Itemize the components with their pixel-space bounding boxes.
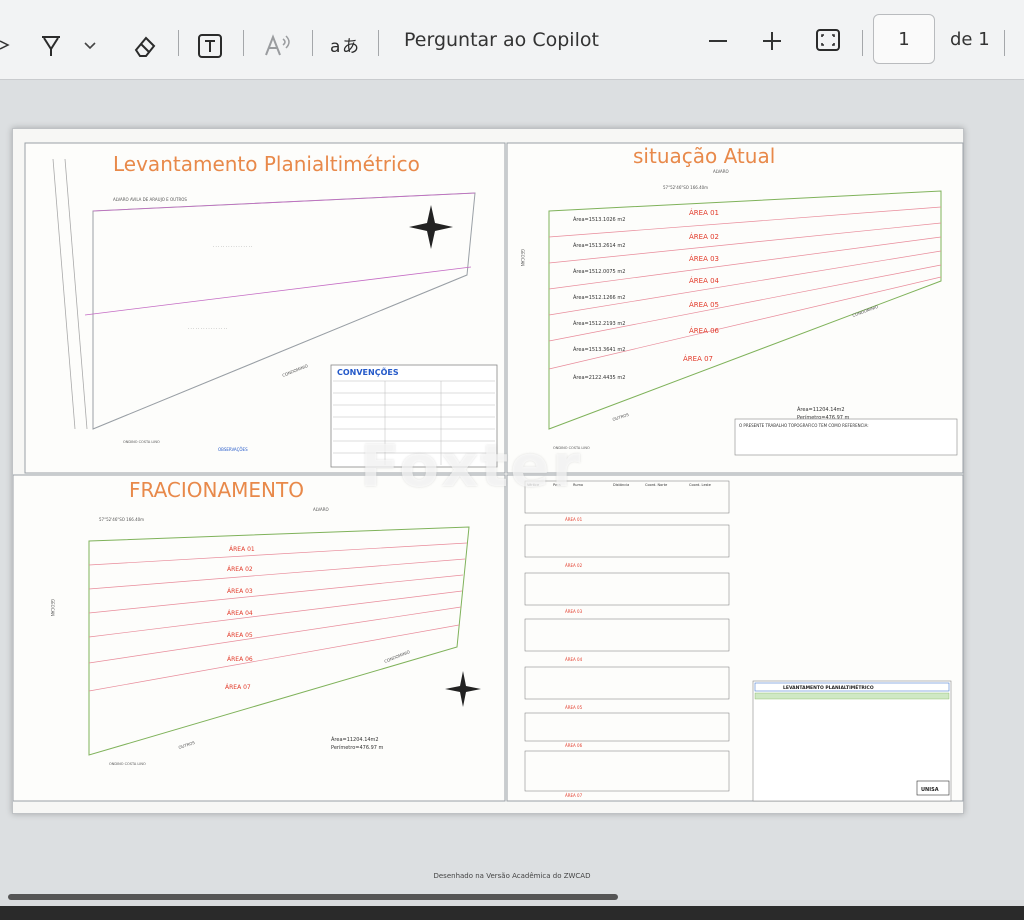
- text-box-icon[interactable]: [194, 31, 226, 61]
- svg-text:ÁREA 05: ÁREA 05: [565, 705, 583, 710]
- panel-title: situação Atual: [633, 144, 775, 168]
- svg-text:ALVARO: ALVARO: [313, 507, 329, 512]
- svg-text:Área=2122.4435 m2: Área=2122.4435 m2: [573, 374, 625, 381]
- svg-text:ÁREA 07: ÁREA 07: [683, 354, 713, 363]
- svg-text:Coord. Norte: Coord. Norte: [645, 483, 667, 487]
- svg-text:Área=1512.1266 m2: Área=1512.1266 m2: [573, 294, 625, 301]
- panel-title: FRACIONAMENTO: [129, 478, 304, 502]
- svg-text:Área=11204.14m2: Área=11204.14m2: [797, 406, 845, 413]
- page-total-label: de 1: [950, 29, 990, 50]
- svg-text:UNISA: UNISA: [921, 787, 939, 793]
- svg-text:ÁREA 02: ÁREA 02: [565, 563, 583, 568]
- svg-text:ÁREA 01: ÁREA 01: [565, 517, 583, 522]
- svg-text:ÁREA 01: ÁREA 01: [689, 208, 719, 217]
- partial-tool-icon[interactable]: [0, 38, 12, 52]
- svg-text:ALVARO AVILA DE ARAUJO E OUTRO: ALVARO AVILA DE ARAUJO E OUTROS: [113, 197, 187, 202]
- bottom-edge: [0, 906, 1024, 920]
- svg-text:ÁREA 05: ÁREA 05: [227, 632, 253, 639]
- toolbar-divider: [178, 30, 179, 56]
- svg-text:Distância: Distância: [613, 483, 629, 487]
- svg-text:ONDINO COSTA LINO: ONDINO COSTA LINO: [123, 440, 160, 444]
- page-number-input[interactable]: 1: [873, 14, 935, 64]
- chevron-down-icon[interactable]: [82, 40, 98, 52]
- svg-text:57°52'46"SO 166.40m: 57°52'46"SO 166.40m: [663, 185, 708, 190]
- svg-text:ÁREA 04: ÁREA 04: [565, 657, 583, 662]
- svg-text:ÁREA 03: ÁREA 03: [689, 254, 719, 263]
- svg-text:ONDINO COSTA LINO: ONDINO COSTA LINO: [109, 762, 146, 766]
- svg-text:Área=1512.2193 m2: Área=1512.2193 m2: [573, 320, 625, 327]
- svg-text:ÁREA 06: ÁREA 06: [689, 326, 720, 335]
- svg-text:a: a: [330, 37, 340, 57]
- svg-text:. . . . . . . . . . . . . . .: . . . . . . . . . . . . . . . .: [213, 243, 252, 248]
- svg-text:Perímetro=476.97 m: Perímetro=476.97 m: [331, 744, 384, 751]
- svg-text:ÁREA 07: ÁREA 07: [225, 684, 251, 691]
- toolbar-divider: [243, 30, 244, 56]
- zoom-in-icon[interactable]: [760, 30, 784, 52]
- svg-text:ÁREA 06: ÁREA 06: [227, 656, 253, 663]
- panel-title: Levantamento Planialtimétrico: [113, 152, 420, 176]
- svg-text:ÁREA 02: ÁREA 02: [227, 566, 253, 573]
- highlight-pen-icon[interactable]: [36, 32, 66, 60]
- fit-to-page-icon[interactable]: [814, 27, 842, 53]
- svg-text:Área=1513.2614 m2: Área=1513.2614 m2: [573, 242, 625, 249]
- svg-text:GEOCAN: GEOCAN: [520, 249, 525, 266]
- viewer-toolbar: aあ Perguntar ao Copilot 1 de 1: [0, 0, 1024, 80]
- toolbar-divider: [1004, 30, 1005, 56]
- panel-frame: [13, 474, 506, 802]
- svg-text:CONVENÇÕES: CONVENÇÕES: [337, 366, 399, 377]
- read-aloud-icon[interactable]: [262, 31, 296, 61]
- svg-text:あ: あ: [342, 37, 359, 57]
- svg-text:Área=1513.1026 m2: Área=1513.1026 m2: [573, 216, 625, 223]
- svg-text:Área=1513.3641 m2: Área=1513.3641 m2: [573, 346, 625, 353]
- svg-text:Área=11204.14m2: Área=11204.14m2: [331, 736, 379, 743]
- eraser-icon[interactable]: [130, 32, 160, 60]
- svg-text:ÁREA 03: ÁREA 03: [565, 609, 583, 614]
- svg-text:57°52'46"SO 166.40m: 57°52'46"SO 166.40m: [99, 517, 144, 522]
- svg-text:Coord. Leste: Coord. Leste: [689, 483, 711, 487]
- zoom-out-icon[interactable]: [706, 36, 730, 46]
- svg-text:O PRESENTE TRABALHO TOPOGRAFIC: O PRESENTE TRABALHO TOPOGRAFICO TEM COMO…: [739, 423, 869, 428]
- svg-text:ÁREA 05: ÁREA 05: [689, 300, 719, 309]
- svg-text:GEOCAN: GEOCAN: [50, 599, 55, 616]
- svg-text:. . . . . . . . . . . . . . .: . . . . . . . . . . . . . . . .: [188, 325, 227, 330]
- svg-text:ALVARO: ALVARO: [713, 169, 729, 174]
- footer-note: Desenhado na Versão Acadêmica do ZWCAD: [433, 872, 591, 880]
- translate-icon[interactable]: aあ: [328, 31, 362, 61]
- scrollbar-thumb[interactable]: [8, 894, 618, 900]
- svg-text:ÁREA 01: ÁREA 01: [229, 546, 255, 553]
- svg-text:ÁREA 06: ÁREA 06: [565, 743, 583, 748]
- svg-text:ÁREA 03: ÁREA 03: [227, 588, 253, 595]
- watermark-logo: Foxter: [360, 432, 583, 500]
- svg-text:OBSERVAÇÕES: OBSERVAÇÕES: [218, 447, 248, 452]
- ask-copilot-button[interactable]: Perguntar ao Copilot: [404, 29, 599, 51]
- toolbar-divider: [862, 30, 863, 56]
- toolbar-divider: [312, 30, 313, 56]
- toolbar-divider: [378, 30, 379, 56]
- svg-text:ÁREA 04: ÁREA 04: [227, 610, 253, 617]
- svg-text:ÁREA 04: ÁREA 04: [689, 276, 720, 285]
- svg-text:ÁREA 07: ÁREA 07: [565, 793, 583, 798]
- svg-text:ÁREA 02: ÁREA 02: [689, 232, 719, 241]
- svg-text:Área=1512.0075 m2: Área=1512.0075 m2: [573, 268, 625, 275]
